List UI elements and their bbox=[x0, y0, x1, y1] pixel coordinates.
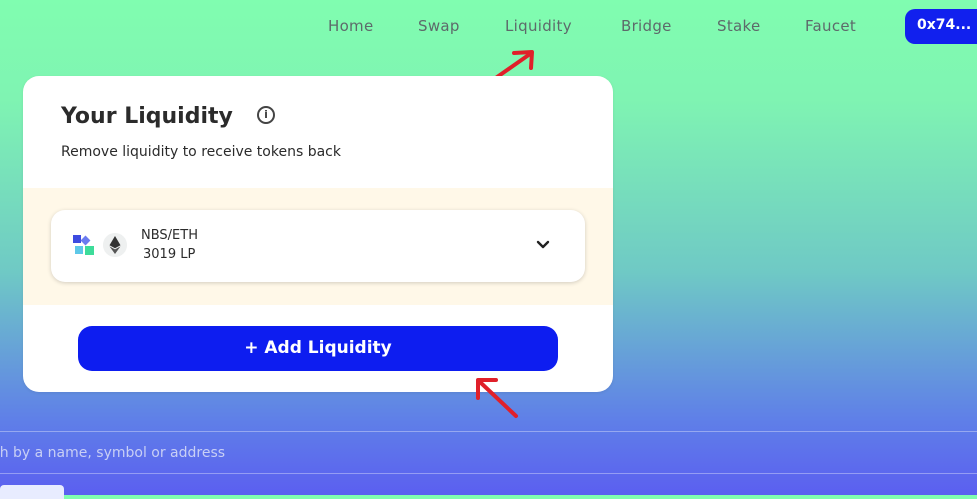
bottom-tab[interactable] bbox=[0, 485, 64, 499]
positions-section: NBS/ETH 3019 LP bbox=[23, 188, 613, 305]
pair-icons bbox=[73, 233, 133, 258]
nav-faucet[interactable]: Faucet bbox=[805, 17, 856, 35]
nav-home[interactable]: Home bbox=[328, 17, 374, 35]
add-liquidity-button[interactable]: + Add Liquidity bbox=[78, 326, 558, 371]
eth-token-icon bbox=[103, 233, 127, 257]
liquidity-card: Your Liquidity i Remove liquidity to rec… bbox=[23, 76, 613, 392]
nav-stake[interactable]: Stake bbox=[717, 17, 760, 35]
wallet-button[interactable]: 0x74... bbox=[905, 9, 977, 44]
nbs-token-icon bbox=[73, 235, 94, 255]
nav-liquidity[interactable]: Liquidity bbox=[505, 17, 572, 35]
annotation-arrow-icon bbox=[476, 378, 518, 418]
nav-bridge[interactable]: Bridge bbox=[621, 17, 672, 35]
nav-swap[interactable]: Swap bbox=[418, 17, 460, 35]
search-bar bbox=[0, 431, 977, 474]
search-input[interactable] bbox=[0, 432, 977, 473]
liquidity-position-row[interactable]: NBS/ETH 3019 LP bbox=[51, 210, 585, 282]
chevron-down-icon[interactable] bbox=[535, 236, 551, 252]
pair-name: NBS/ETH bbox=[141, 228, 198, 243]
card-title: Your Liquidity bbox=[61, 104, 233, 129]
card-subtitle: Remove liquidity to receive tokens back bbox=[61, 144, 341, 160]
info-icon[interactable]: i bbox=[257, 106, 275, 124]
pair-lp-amount: 3019 LP bbox=[143, 247, 196, 262]
